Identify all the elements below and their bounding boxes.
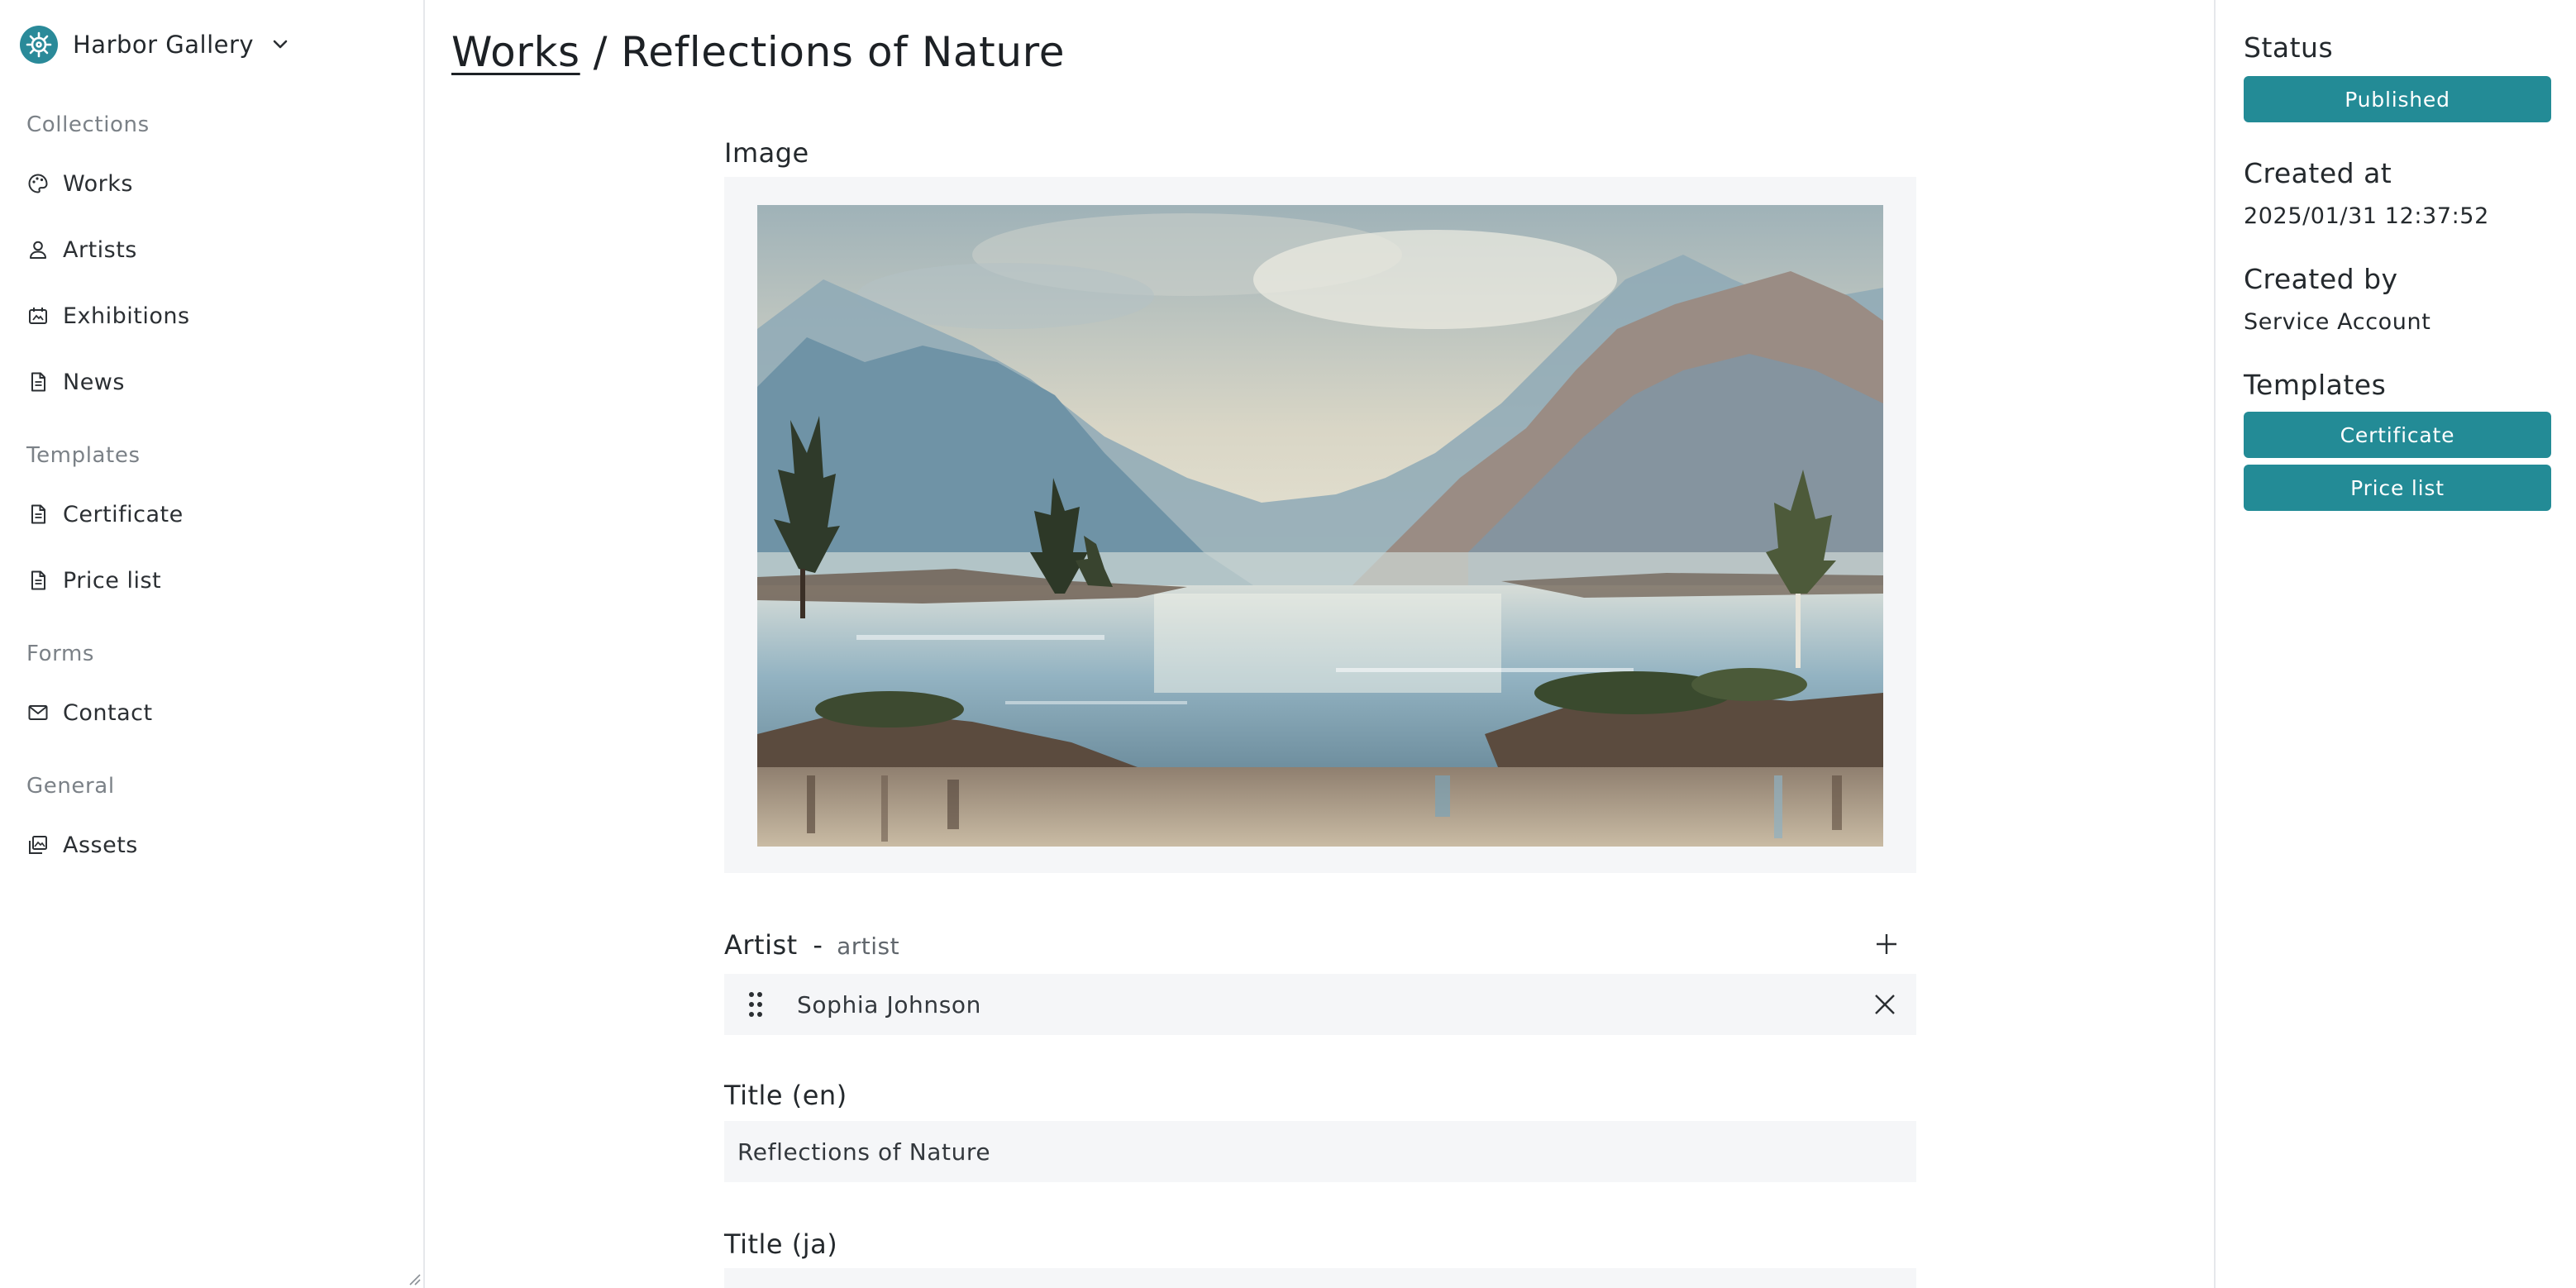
add-artist-button[interactable] xyxy=(1867,924,1906,964)
title-ja-label: Title (ja) xyxy=(724,1228,838,1260)
artist-field-label: Artist - artist xyxy=(724,929,899,961)
nav-section-forms: Forms xyxy=(26,642,95,666)
document-icon xyxy=(26,503,50,526)
artist-label-text: Artist xyxy=(724,929,798,961)
created-at-value: 2025/01/31 12:37:52 xyxy=(2244,203,2489,229)
artist-name[interactable]: Sophia Johnson xyxy=(797,991,981,1018)
calendar-icon xyxy=(26,304,50,327)
sidebar-item-works[interactable]: Works xyxy=(26,160,407,207)
sidebar-item-label: News xyxy=(63,369,125,395)
breadcrumb-separator: / xyxy=(593,28,608,76)
nav-section-collections: Collections xyxy=(26,112,150,137)
page-title: Reflections of Nature xyxy=(621,28,1066,76)
sidebar-item-label: Works xyxy=(63,170,133,197)
created-by-value: Service Account xyxy=(2244,309,2431,335)
breadcrumb-link-works[interactable]: Works xyxy=(451,28,580,76)
chevron-down-icon xyxy=(270,35,290,55)
sidebar-item-price-list[interactable]: Price list xyxy=(26,557,407,603)
sidebar-item-certificate[interactable]: Certificate xyxy=(26,491,407,537)
sidebar-item-news[interactable]: News xyxy=(26,359,407,405)
close-icon xyxy=(1875,995,1895,1014)
sidebar-item-label: Artists xyxy=(63,236,137,263)
workspace-name: Harbor Gallery xyxy=(73,31,255,59)
status-label: Status xyxy=(2244,31,2334,64)
nav-section-general: General xyxy=(26,774,115,799)
templates-label: Templates xyxy=(2244,369,2387,401)
sidebar-item-label: Contact xyxy=(63,699,153,726)
image-field-label: Image xyxy=(724,137,809,169)
artist-field-key: artist xyxy=(837,933,900,960)
sidebar-item-label: Certificate xyxy=(63,501,184,527)
sidebar-item-artists[interactable]: Artists xyxy=(26,227,407,273)
artist-relation-item: Sophia Johnson xyxy=(724,974,1916,1035)
palette-icon xyxy=(26,172,50,195)
main-content: Works / Reflections of Nature Image Arti… xyxy=(427,0,2214,1288)
drag-handle-icon[interactable] xyxy=(742,988,769,1021)
created-at-label: Created at xyxy=(2244,157,2392,189)
sidebar-item-label: Exhibitions xyxy=(63,303,190,329)
plus-icon xyxy=(1877,934,1896,954)
ship-wheel-icon xyxy=(20,26,58,64)
breadcrumb: Works / Reflections of Nature xyxy=(451,28,1065,76)
status-published-button[interactable]: Published xyxy=(2244,76,2551,122)
title-ja-input[interactable] xyxy=(724,1268,1916,1288)
document-icon xyxy=(26,569,50,592)
nav-section-templates: Templates xyxy=(26,443,141,468)
remove-artist-button[interactable] xyxy=(1868,988,1901,1021)
image-field[interactable] xyxy=(724,177,1916,873)
images-icon xyxy=(26,833,50,856)
sidebar-item-label: Assets xyxy=(63,832,138,858)
workspace-switcher[interactable]: Harbor Gallery xyxy=(20,23,290,66)
details-panel: Status Published Created at 2025/01/31 1… xyxy=(2214,0,2576,1288)
resize-grip-icon[interactable] xyxy=(407,1271,422,1286)
sidebar-item-exhibitions[interactable]: Exhibitions xyxy=(26,293,407,339)
template-price-list-button[interactable]: Price list xyxy=(2244,465,2551,511)
sidebar-item-contact[interactable]: Contact xyxy=(26,689,407,736)
artwork-image xyxy=(757,205,1883,847)
user-icon xyxy=(26,238,50,261)
title-en-input[interactable] xyxy=(724,1121,1916,1182)
document-icon xyxy=(26,370,50,394)
template-certificate-button[interactable]: Certificate xyxy=(2244,412,2551,458)
sidebar-item-assets[interactable]: Assets xyxy=(26,822,407,868)
envelope-icon xyxy=(26,701,50,724)
title-en-label: Title (en) xyxy=(724,1080,847,1111)
sidebar-item-label: Price list xyxy=(63,567,162,594)
artist-label-separator: - xyxy=(813,929,823,961)
created-by-label: Created by xyxy=(2244,263,2398,295)
sidebar: Harbor Gallery Collections Works Artists… xyxy=(0,0,425,1288)
